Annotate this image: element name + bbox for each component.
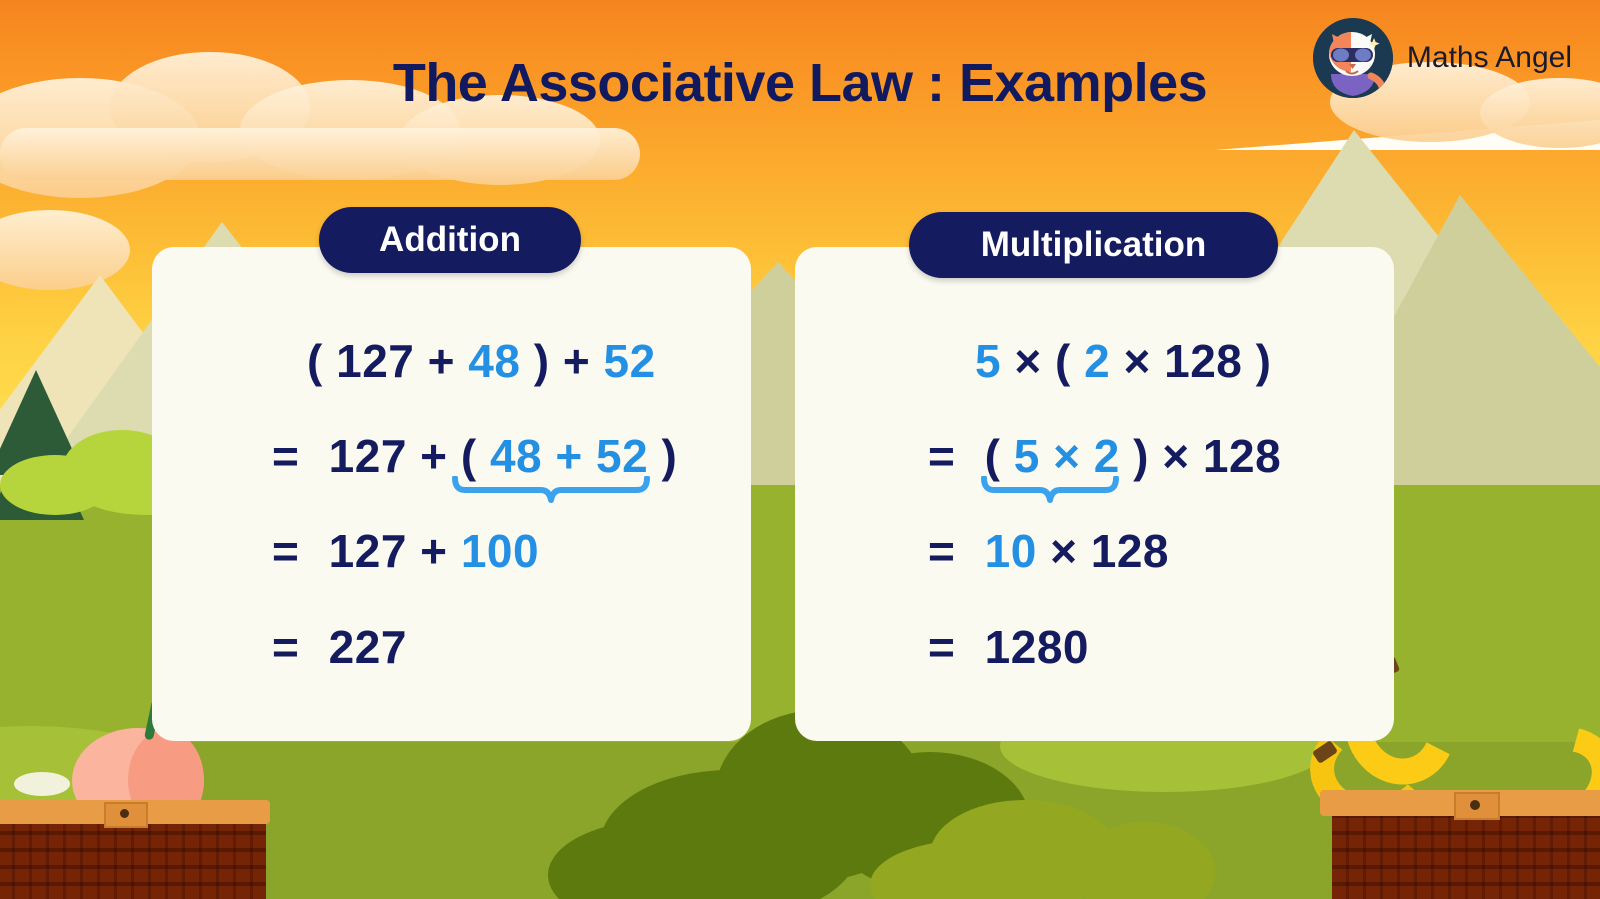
equation-token: ( — [971, 430, 1014, 482]
equation-token: 100 — [460, 525, 540, 577]
multiplication-equation-line-2: = ( 5 × 2 ) × 128 — [928, 429, 1281, 483]
equation-token: = — [272, 430, 300, 482]
equation-token: = — [928, 430, 956, 482]
equation-token: 2 — [1093, 430, 1120, 482]
equation-token: + — [542, 430, 597, 482]
addition-equation-line-1: ( 127 + 48 ) + 52 — [307, 334, 656, 388]
equation-token: × 128 — [1036, 525, 1170, 577]
equation-token: = — [272, 621, 300, 673]
addition-equation-line-4: = 227 — [272, 620, 407, 674]
basket-flower-icon — [14, 772, 70, 796]
equation-token: ) — [1119, 430, 1149, 482]
multiplication-card — [795, 247, 1394, 741]
slide-canvas: The Associative Law : Examples Maths Ang… — [0, 0, 1600, 899]
equation-token: 52 — [596, 430, 649, 482]
multiplication-equation-line-4: = 1280 — [928, 620, 1089, 674]
equation-token: × 128 ) — [1110, 335, 1272, 387]
addition-card — [152, 247, 751, 741]
basket-latch-dot — [1470, 800, 1480, 810]
equation-token: × — [1039, 430, 1094, 482]
equation-token: = — [928, 621, 956, 673]
addition-equation-line-2: = 127 + ( 48 + 52 ) — [272, 429, 677, 483]
peach-basket — [0, 800, 270, 899]
equation-token: 127 + — [315, 525, 461, 577]
equation-token: 127 — [336, 335, 415, 387]
basket-weave — [0, 824, 266, 899]
equation-token: 5 — [1013, 430, 1040, 482]
banana-basket — [1320, 790, 1600, 899]
equation-token: = — [928, 525, 956, 577]
equation-token: 52 — [603, 335, 656, 387]
equation-token: = — [272, 525, 300, 577]
equation-token: 2 — [1084, 335, 1111, 387]
equation-token: ) — [520, 335, 550, 387]
basket-weave — [1332, 816, 1600, 899]
multiplication-equation-line-1: 5 × ( 2 × 128 ) — [975, 334, 1272, 388]
basket-latch-dot — [120, 809, 129, 818]
equation-token: × 128 — [1149, 430, 1282, 482]
equation-token: 1280 — [971, 621, 1089, 673]
equation-token — [971, 525, 984, 577]
equation-token: 48 — [468, 335, 521, 387]
equation-token: 5 — [975, 335, 1002, 387]
equation-token: ) — [648, 430, 678, 482]
equation-token: 48 — [489, 430, 543, 482]
addition-badge: Addition — [319, 207, 581, 273]
addition-equation-line-3: = 127 + 100 — [272, 524, 539, 578]
cloud-shape — [0, 128, 640, 180]
brand-name-label: Maths Angel — [1406, 41, 1572, 74]
equation-token: 10 — [984, 525, 1037, 577]
multiplication-equation-line-3: = 10 × 128 — [928, 524, 1169, 578]
equation-token: 227 — [315, 621, 407, 673]
equation-token: + — [414, 335, 469, 387]
multiplication-badge: Multiplication — [909, 212, 1278, 278]
brand-logo-group: Maths Angel — [1312, 18, 1572, 98]
equation-token: 127 + ( — [315, 430, 490, 482]
grass-bush-shape — [0, 455, 110, 515]
cat-mascot-icon — [1312, 18, 1393, 98]
equation-token: + — [549, 335, 604, 387]
equation-token: ( — [307, 335, 337, 387]
equation-token: × ( — [1001, 335, 1085, 387]
